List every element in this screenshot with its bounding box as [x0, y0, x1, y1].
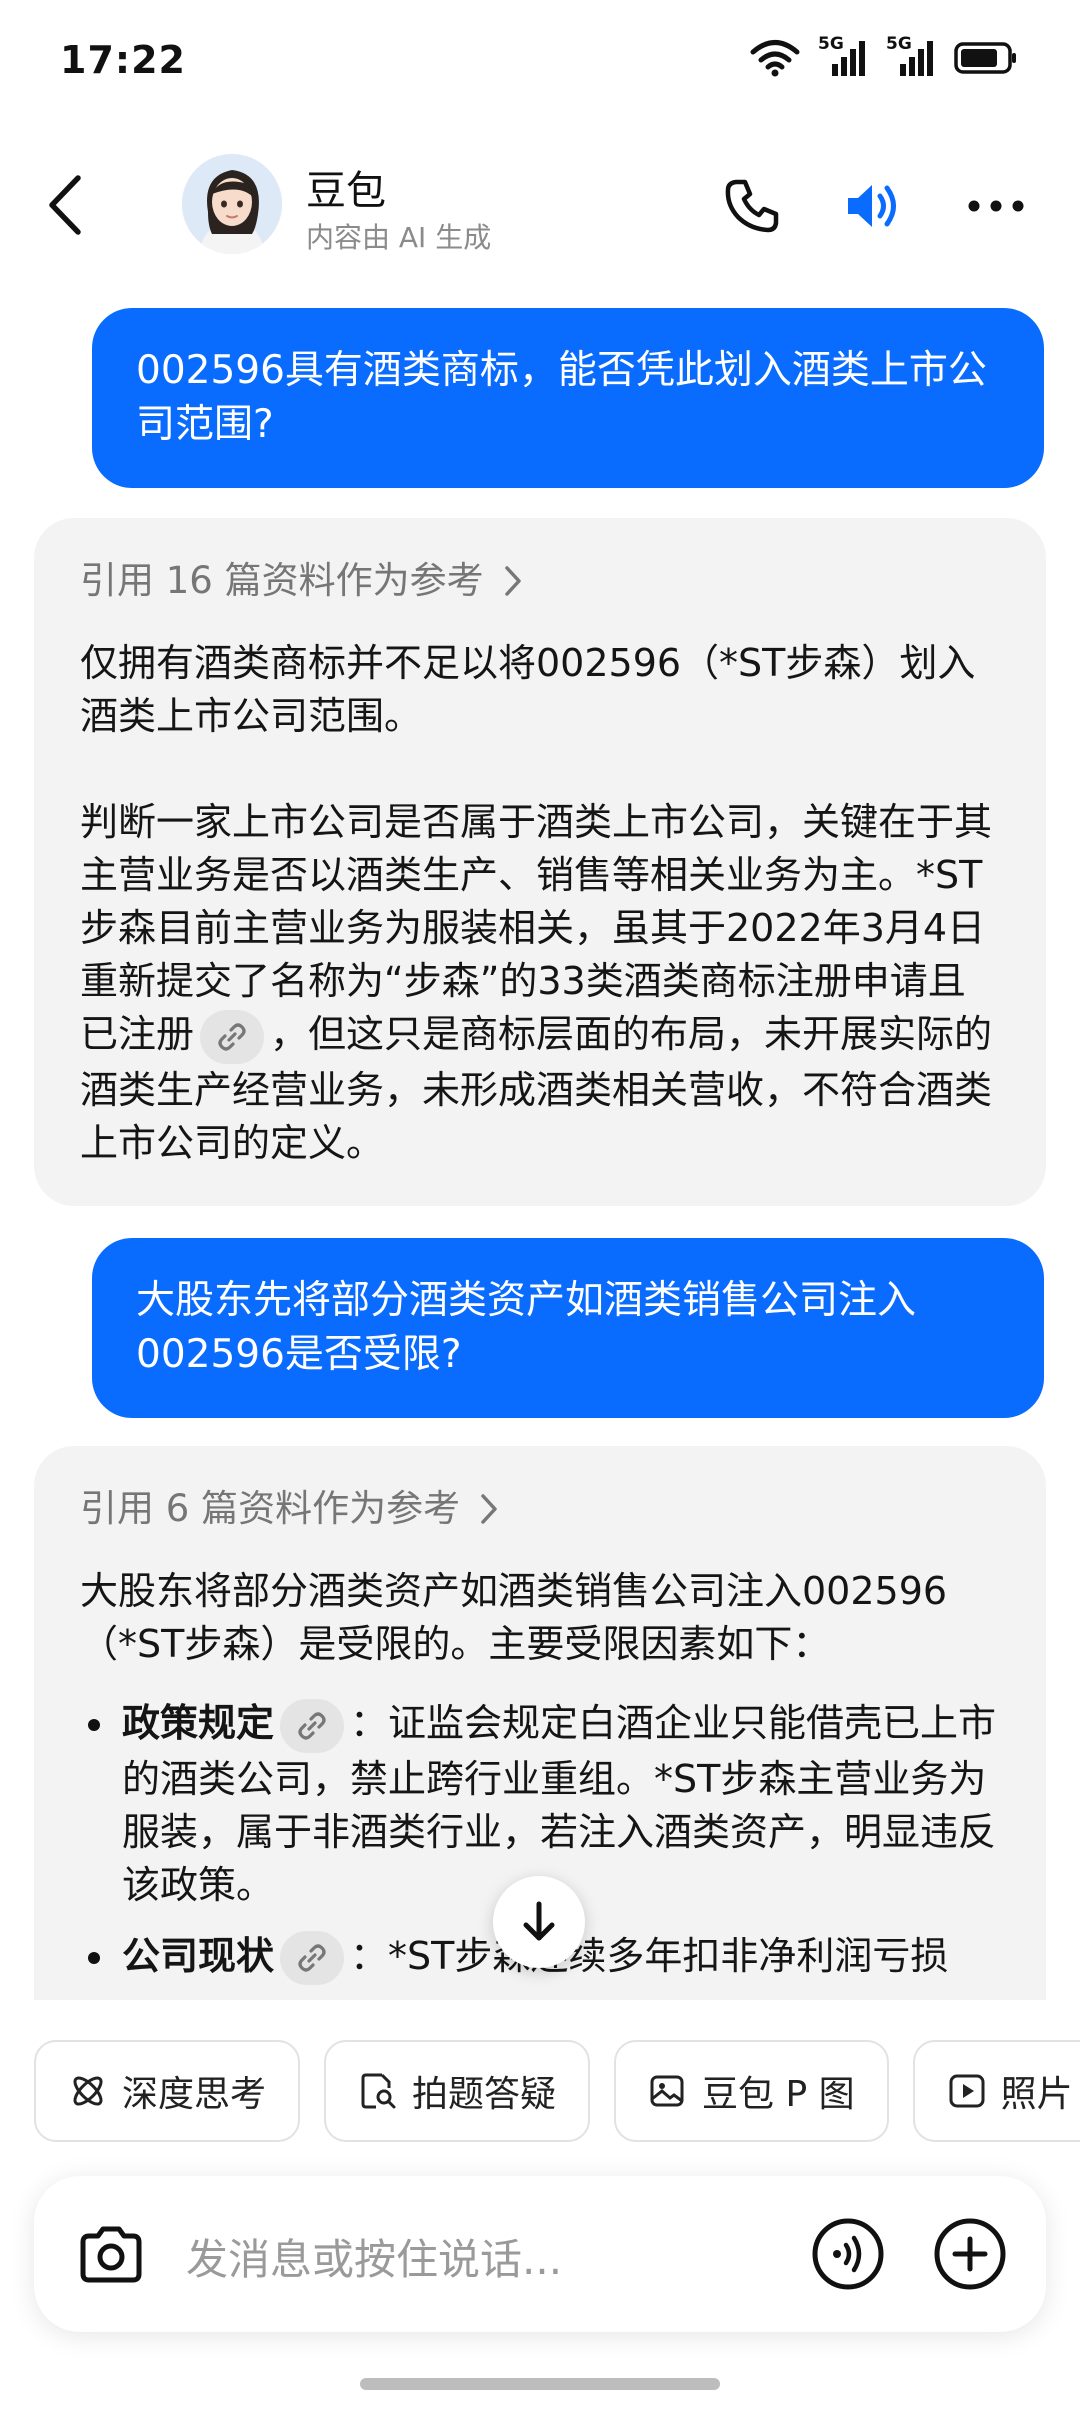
chat-area[interactable]: 002596具有酒类商标，能否凭此划入酒类上市公司范围? 引用 16 篇资料作为…	[0, 290, 1080, 2000]
scroll-to-bottom-button[interactable]	[493, 1876, 585, 1968]
wifi-icon	[750, 40, 800, 77]
plus-icon[interactable]	[932, 2216, 1008, 2292]
reference-link[interactable]: 引用 16 篇资料作为参考	[80, 554, 1000, 607]
signal-icon	[900, 41, 933, 76]
answer-paragraph: 仅拥有酒类商标并不足以将002596（*ST步森）划入酒类上市公司范围。	[80, 641, 976, 738]
arrow-down-icon	[523, 1901, 555, 1941]
home-indicator[interactable]	[360, 2378, 720, 2390]
citation-link[interactable]	[200, 1009, 265, 1064]
search-document-icon	[361, 2073, 396, 2109]
atom-icon	[73, 2076, 103, 2106]
signal-5g-2: 5G	[886, 34, 936, 78]
voice-icon[interactable]	[810, 2216, 886, 2292]
chevron-right-icon	[481, 1493, 497, 1524]
user-message-2[interactable]: 大股东先将部分酒类资产如酒类销售公司注入002596是否受限?	[92, 1238, 1044, 1418]
play-icon	[949, 2074, 985, 2108]
message-input[interactable]: 发消息或按住说话...	[186, 2226, 562, 2287]
user-message-text: 大股东先将部分酒类资产如酒类销售公司注入002596是否受限?	[136, 1278, 917, 1377]
link-icon	[298, 1944, 326, 1972]
chip-image-edit[interactable]: 豆包 P 图	[614, 2040, 889, 2142]
phone-icon[interactable]	[720, 174, 784, 238]
ai-message-1[interactable]: 引用 16 篇资料作为参考 仅拥有酒类商标并不足以将002596（*ST步森）划…	[34, 518, 1046, 1206]
signal-5g-1: 5G	[818, 34, 868, 78]
chip-photo-question[interactable]: 拍题答疑	[324, 2040, 591, 2142]
status-icons: 5G 5G	[750, 34, 1018, 78]
avatar-image	[182, 154, 282, 254]
quick-actions: 深度思考 拍题答疑 豆包 P 图 照片	[34, 2040, 1080, 2146]
message-input-bar[interactable]: 发消息或按住说话...	[34, 2176, 1046, 2332]
status-bar: 17:22 5G 5G	[0, 0, 1080, 120]
link-icon	[218, 1022, 246, 1051]
speaker-icon[interactable]	[840, 174, 904, 238]
camera-icon[interactable]	[74, 2218, 148, 2292]
status-time: 17:22	[60, 38, 186, 82]
citation-link[interactable]	[280, 1931, 345, 1985]
user-message-1[interactable]: 002596具有酒类商标，能否凭此划入酒类上市公司范围?	[92, 308, 1044, 488]
reference-label: 引用 6 篇资料作为参考	[80, 1487, 461, 1530]
chip-photo[interactable]: 照片	[912, 2040, 1080, 2142]
avatar[interactable]	[182, 154, 282, 254]
chat-header: 豆包 内容由 AI 生成	[0, 140, 1080, 270]
bot-name: 豆包	[306, 168, 386, 214]
back-icon[interactable]	[38, 170, 98, 240]
reference-label: 引用 16 篇资料作为参考	[80, 559, 484, 602]
chip-deep-think[interactable]: 深度思考	[34, 2040, 301, 2142]
chevron-right-icon	[504, 565, 521, 596]
answer-paragraph: 判断一家上市公司是否属于酒类上市公司，关键在于其主营业务是否以酒类生产、销售等相…	[80, 800, 993, 1165]
signal-icon	[832, 41, 865, 76]
ai-generated-note: 内容由 AI 生成	[306, 221, 492, 254]
battery-icon	[954, 42, 1016, 74]
link-icon	[298, 1711, 326, 1740]
reference-link[interactable]: 引用 6 篇资料作为参考	[80, 1482, 1000, 1535]
citation-link[interactable]	[280, 1698, 345, 1753]
answer-paragraph: 大股东将部分酒类资产如酒类销售公司注入002596（*ST步森）是受限的。主要受…	[80, 1569, 948, 1666]
image-edit-icon	[650, 2075, 684, 2107]
more-icon[interactable]	[964, 174, 1028, 238]
user-message-text: 002596具有酒类商标，能否凭此划入酒类上市公司范围?	[136, 348, 987, 447]
